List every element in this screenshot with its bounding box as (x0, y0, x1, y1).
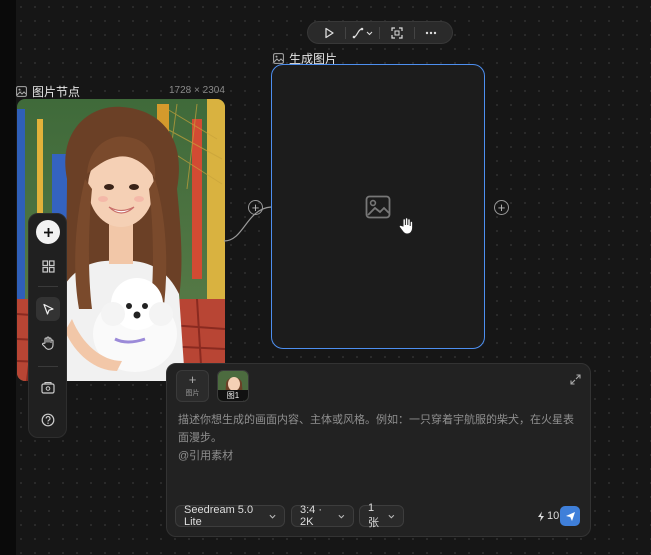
more-icon (425, 31, 437, 34)
play-button[interactable] (316, 23, 342, 42)
prompt-panel: + 图片 图1 描述你想生成的画面内容、主体或风格。例如：一只穿着宇航服的柴犬，… (166, 363, 591, 537)
toolbar-divider (379, 26, 381, 39)
reference-tag: 图1 (218, 390, 248, 401)
hand-icon (41, 336, 54, 350)
fit-screen-icon (391, 26, 403, 39)
cursor-icon (42, 303, 54, 315)
chevron-down-icon (388, 514, 395, 518)
toolbar-divider (413, 26, 415, 39)
add-output-button[interactable]: + (494, 200, 509, 215)
more-button[interactable] (418, 23, 444, 42)
select-tool-button[interactable] (36, 297, 60, 321)
add-input-button[interactable]: + (248, 200, 263, 215)
credit-value: 10 (547, 510, 560, 522)
ratio-label: 3:4 · 2K (300, 504, 323, 528)
help-icon (41, 413, 55, 427)
hand-cursor-icon (398, 217, 414, 235)
play-icon (325, 27, 334, 38)
chevron-down-icon (269, 514, 276, 519)
toolbar-divider (345, 26, 347, 39)
send-icon (565, 511, 575, 521)
prompt-input[interactable]: 描述你想生成的画面内容、主体或风格。例如：一只穿着宇航服的柴犬，在火星表面漫步。… (178, 411, 578, 465)
expand-icon (570, 374, 581, 385)
count-select[interactable]: 1张 (359, 502, 404, 529)
reference-thumbnail[interactable]: 图1 (217, 370, 249, 402)
image-node-title: 图片节点 (32, 85, 81, 99)
image-icon (16, 86, 27, 97)
image-placeholder-icon (365, 195, 391, 218)
model-select[interactable]: Seedream 5.0 Lite (175, 504, 285, 528)
lightning-icon (538, 511, 544, 521)
connector-style-icon (352, 27, 373, 38)
card-button[interactable] (36, 375, 60, 399)
grid-icon (41, 259, 55, 273)
image-icon (273, 53, 284, 64)
plus-icon (43, 227, 53, 237)
add-reference-button[interactable]: + 图片 (176, 370, 209, 402)
prompt-mention-hint: @引用素材 (178, 450, 234, 462)
plus-icon: + (188, 372, 197, 387)
image-node-header: 图片节点 (16, 83, 80, 100)
chevron-down-icon (338, 514, 345, 518)
generate-node[interactable] (271, 64, 485, 349)
help-button[interactable] (36, 408, 60, 432)
add-reference-label: 图片 (185, 390, 200, 397)
rail-divider (38, 286, 58, 287)
hand-tool-button[interactable] (36, 331, 60, 355)
send-button[interactable] (560, 506, 580, 526)
rail-divider (38, 366, 58, 367)
ratio-select[interactable]: 3:4 · 2K (291, 504, 354, 528)
plus-icon: + (497, 200, 506, 215)
model-label: Seedream 5.0 Lite (184, 504, 254, 528)
credit-cost: 10 (537, 510, 559, 522)
plus-icon: + (251, 200, 260, 215)
canvas-toolbar (307, 21, 453, 44)
image-node-dimensions: 1728 × 2304 (169, 85, 225, 96)
count-label: 1张 (368, 502, 379, 529)
prompt-placeholder: 描述你想生成的画面内容、主体或风格。例如：一只穿着宇航服的柴犬，在火星表面漫步。 (178, 414, 574, 444)
connector-style-button[interactable] (350, 23, 376, 42)
card-icon (41, 381, 55, 394)
add-node-button[interactable] (36, 220, 60, 244)
expand-button[interactable] (570, 372, 581, 390)
tool-rail (28, 213, 67, 438)
grid-button[interactable] (36, 254, 60, 278)
fit-screen-button[interactable] (384, 23, 410, 42)
left-edge-panel (0, 0, 16, 555)
